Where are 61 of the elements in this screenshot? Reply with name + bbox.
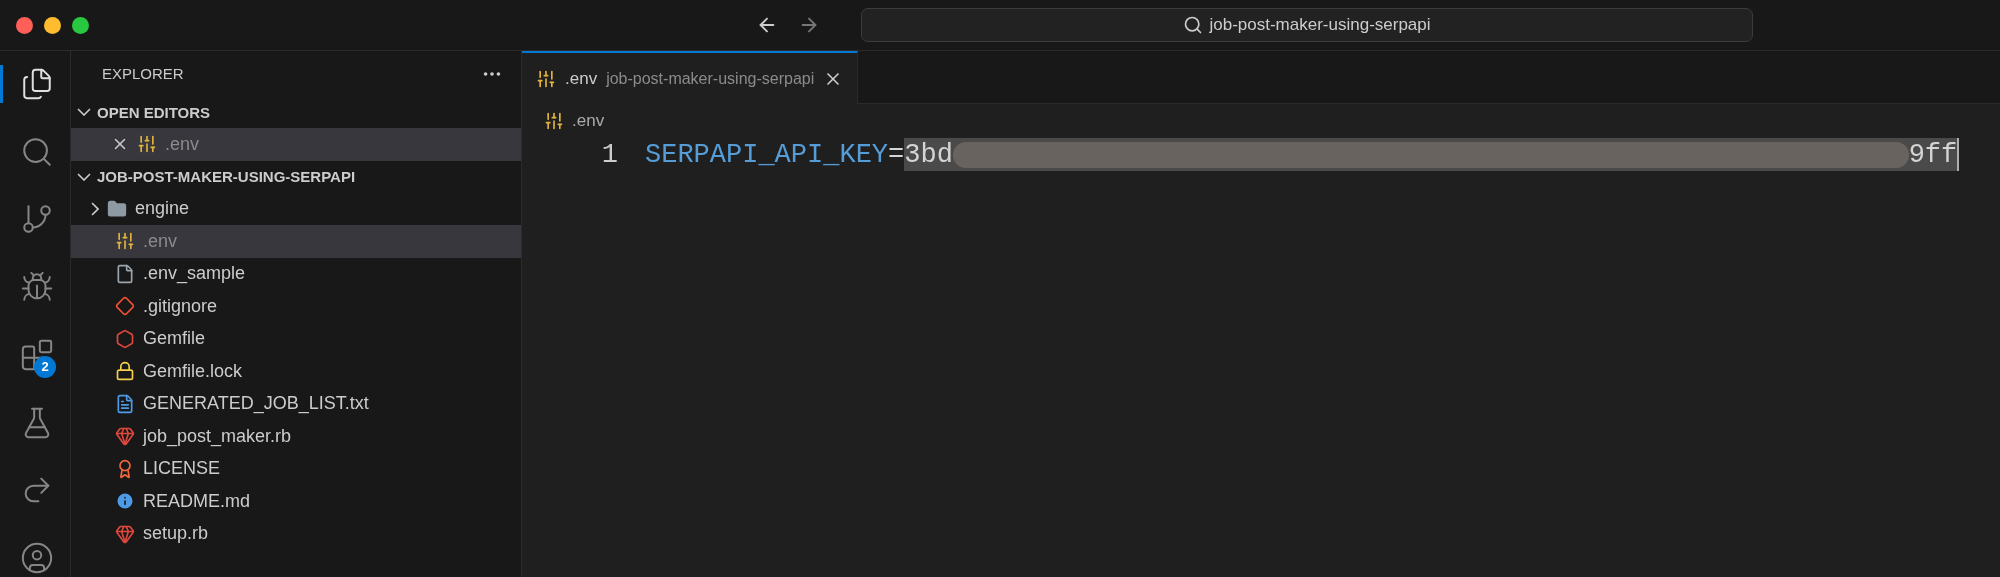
file-row[interactable]: Gemfile xyxy=(71,322,521,355)
file-row[interactable]: job_post_maker.rb xyxy=(71,420,521,453)
editor-tab[interactable]: .env job-post-maker-using-serpapi xyxy=(522,51,859,104)
chevron-icon xyxy=(77,108,91,116)
file-row[interactable]: engine xyxy=(71,192,521,225)
file-row[interactable]: .env_sample xyxy=(71,257,521,290)
file-row[interactable]: .env xyxy=(71,225,521,258)
file-name: setup.rb xyxy=(143,523,209,545)
tab-description: job-post-maker-using-serpapi xyxy=(606,69,815,88)
section-header[interactable]: JOB-POST-MAKER-USING-SERPAPI xyxy=(71,160,521,193)
line-number: 1 xyxy=(600,139,619,170)
file-row[interactable]: LICENSE xyxy=(71,452,521,485)
sliders-icon xyxy=(536,68,556,89)
file-row[interactable]: GENERATED_JOB_LIST.txt xyxy=(71,387,521,420)
env-key: SERPAPI_API_KEY xyxy=(645,139,889,170)
zoom-light[interactable] xyxy=(72,16,89,34)
sidebar-title: EXPLORER xyxy=(102,65,184,82)
minimize-light[interactable] xyxy=(44,16,61,34)
file-name: .gitignore xyxy=(143,295,218,317)
chevron-icon xyxy=(77,172,91,181)
file-row[interactable]: Gemfile.lock xyxy=(71,355,521,388)
file-row[interactable]: setup.rb xyxy=(71,517,521,550)
info-icon xyxy=(115,491,135,512)
value-text: 3bd xyxy=(904,139,953,170)
file-row[interactable]: README.md xyxy=(71,485,521,518)
blocks-icon xyxy=(19,337,54,372)
sliders-icon xyxy=(115,231,135,252)
file-name: Gemfile.lock xyxy=(143,360,243,382)
sliders-icon xyxy=(544,110,564,131)
gem-icon xyxy=(115,426,135,447)
gem-icon xyxy=(115,523,135,544)
section-title: JOB-POST-MAKER-USING-SERPAPI xyxy=(97,168,356,185)
document-icon xyxy=(115,393,135,414)
file-name: engine xyxy=(135,198,190,220)
file-name: .env_sample xyxy=(143,263,246,285)
section-header[interactable]: OPEN EDITORS xyxy=(71,96,521,128)
file-name: GENERATED_JOB_LIST.txt xyxy=(143,393,369,415)
breadcrumb[interactable]: .env xyxy=(572,110,605,131)
command-center[interactable]: job-post-maker-using-serpapi xyxy=(861,8,1753,42)
file-row[interactable]: .env xyxy=(71,128,521,161)
tab-label: .env xyxy=(565,68,598,89)
file-row[interactable]: .gitignore xyxy=(71,290,521,323)
count-badge: 2 xyxy=(34,355,56,378)
close-light[interactable] xyxy=(16,16,33,34)
search-icon xyxy=(1183,15,1204,35)
section-title: OPEN EDITORS xyxy=(97,103,211,121)
file-name: .env xyxy=(143,230,178,252)
sliders-icon xyxy=(137,134,157,155)
value-text: 9ff xyxy=(1908,139,1958,170)
user-icon xyxy=(19,541,54,576)
hexagon-icon xyxy=(115,328,135,349)
file-name: Gemfile xyxy=(143,328,205,350)
equals-sign: = xyxy=(888,139,905,170)
file-icon xyxy=(115,263,135,284)
file-name: job_post_maker.rb xyxy=(143,425,292,447)
lock-icon xyxy=(115,361,135,382)
file-name: LICENSE xyxy=(143,458,221,480)
file-name: README.md xyxy=(143,490,250,512)
file-name: .env xyxy=(165,133,200,155)
diamond-icon xyxy=(115,296,135,317)
folder-icon xyxy=(107,198,127,219)
